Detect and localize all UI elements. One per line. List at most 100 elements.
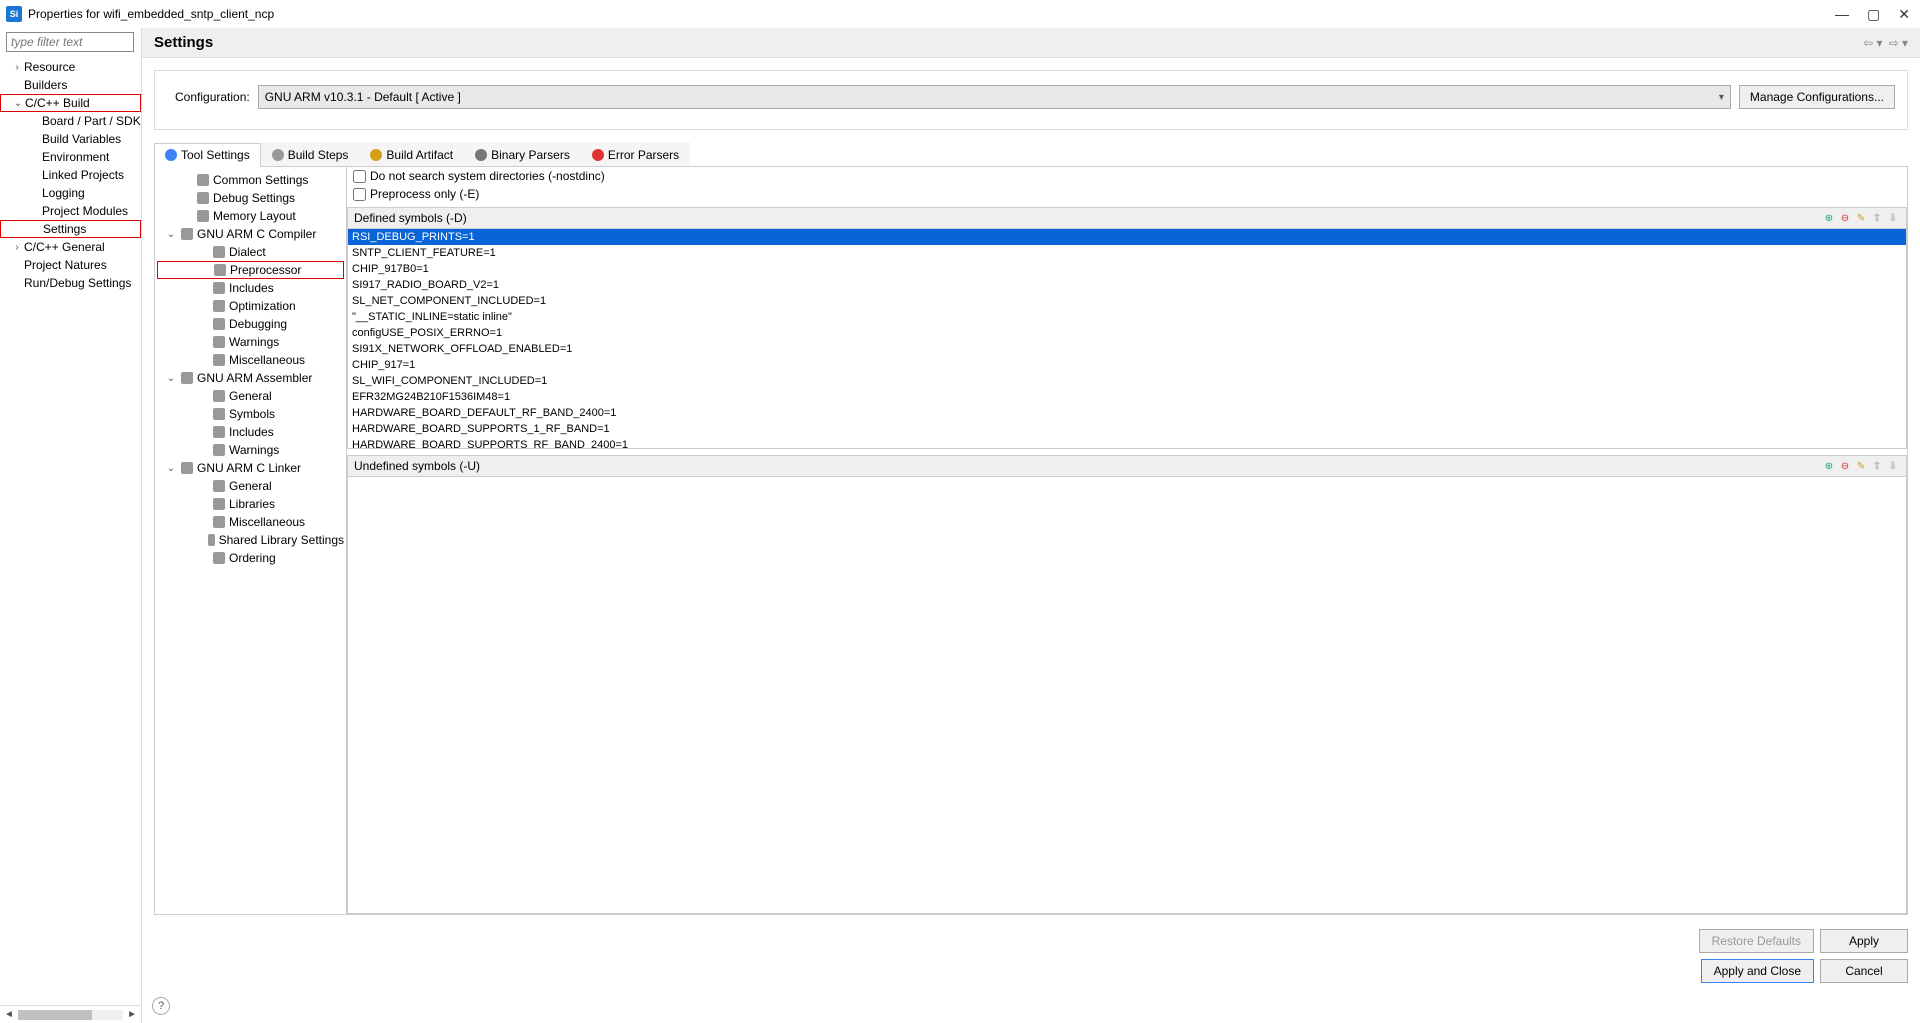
tool-tree-item-gnu-arm-assembler[interactable]: ⌄GNU ARM Assembler — [157, 369, 344, 387]
close-icon[interactable]: ✕ — [1898, 6, 1910, 23]
preprocess-label: Preprocess only (-E) — [370, 187, 479, 201]
tool-tree-item-memory-layout[interactable]: Memory Layout — [157, 207, 344, 225]
nav-back-icon[interactable]: ⇦ ▾ — [1863, 36, 1882, 50]
tool-tree-item-general[interactable]: General — [157, 477, 344, 495]
tool-tree-item-dialect[interactable]: Dialect — [157, 243, 344, 261]
tool-tree-label: Common Settings — [213, 173, 308, 187]
sidebar-item-label: Build Variables — [42, 132, 121, 146]
list-item[interactable]: SI91X_NETWORK_OFFLOAD_ENABLED=1 — [348, 341, 1906, 357]
tool-tree-item-miscellaneous[interactable]: Miscellaneous — [157, 351, 344, 369]
tool-tree-label: Includes — [229, 281, 274, 295]
list-item[interactable]: "__STATIC_INLINE=static inline" — [348, 309, 1906, 325]
sidebar-item-resource[interactable]: ›Resource — [0, 58, 141, 76]
cancel-button[interactable]: Cancel — [1820, 959, 1908, 983]
tab-binary-parsers[interactable]: Binary Parsers — [464, 142, 581, 166]
nostdinc-label: Do not search system directories (-nostd… — [370, 169, 605, 183]
edit-icon[interactable]: ✎ — [1854, 211, 1868, 225]
maximize-icon[interactable]: ▢ — [1867, 6, 1880, 23]
undefined-list[interactable] — [347, 477, 1907, 914]
manage-config-button[interactable]: Manage Configurations... — [1739, 85, 1895, 109]
tool-tree-item-general[interactable]: General — [157, 387, 344, 405]
sidebar-hscroll[interactable]: ◄ ► — [0, 1005, 141, 1023]
tool-tree-item-includes[interactable]: Includes — [157, 279, 344, 297]
sidebar-item-project-natures[interactable]: Project Natures — [0, 256, 141, 274]
gear-icon — [197, 174, 209, 186]
tool-tree-item-shared-library-settings[interactable]: Shared Library Settings — [157, 531, 344, 549]
tool-tree-item-miscellaneous[interactable]: Miscellaneous — [157, 513, 344, 531]
delete-icon[interactable]: ⊖ — [1838, 459, 1852, 473]
sidebar-item-linked-projects[interactable]: Linked Projects — [0, 166, 141, 184]
tab-build-artifact[interactable]: Build Artifact — [359, 142, 464, 166]
tool-tree-item-warnings[interactable]: Warnings — [157, 441, 344, 459]
list-item[interactable]: SI917_RADIO_BOARD_V2=1 — [348, 277, 1906, 293]
sidebar-item-board-part-sdk[interactable]: Board / Part / SDK — [0, 112, 141, 130]
move-down-icon[interactable]: ⇩ — [1886, 211, 1900, 225]
tool-tree-item-includes[interactable]: Includes — [157, 423, 344, 441]
list-item[interactable]: HARDWARE_BOARD_DEFAULT_RF_BAND_2400=1 — [348, 405, 1906, 421]
tool-tree-item-gnu-arm-c-compiler[interactable]: ⌄GNU ARM C Compiler — [157, 225, 344, 243]
tool-tree-label: Libraries — [229, 497, 275, 511]
undefined-header: Undefined symbols (-U) ⊕ ⊖ ✎ ⇧ ⇩ — [347, 455, 1907, 477]
add-icon[interactable]: ⊕ — [1822, 459, 1836, 473]
tool-tree-item-warnings[interactable]: Warnings — [157, 333, 344, 351]
sidebar-item-environment[interactable]: Environment — [0, 148, 141, 166]
list-item[interactable]: HARDWARE_BOARD_SUPPORTS_RF_BAND_2400=1 — [348, 437, 1906, 449]
window-title: Properties for wifi_embedded_sntp_client… — [28, 7, 1835, 21]
apply-close-button[interactable]: Apply and Close — [1701, 959, 1814, 983]
nostdinc-checkbox[interactable] — [353, 170, 366, 183]
sidebar-item-run-debug-settings[interactable]: Run/Debug Settings — [0, 274, 141, 292]
tab-build-steps[interactable]: Build Steps — [261, 142, 360, 166]
tool-tree-item-preprocessor[interactable]: Preprocessor — [157, 261, 344, 279]
sidebar-item-c-c-general[interactable]: ›C/C++ General — [0, 238, 141, 256]
tool-tree-item-debugging[interactable]: Debugging — [157, 315, 344, 333]
filter-input[interactable] — [6, 32, 134, 52]
gear-icon — [213, 480, 225, 492]
list-item[interactable]: SL_NET_COMPONENT_INCLUDED=1 — [348, 293, 1906, 309]
move-up-icon[interactable]: ⇧ — [1870, 459, 1884, 473]
sidebar-item-settings[interactable]: Settings — [0, 220, 141, 238]
list-item[interactable]: EFR32MG24B210F1536IM48=1 — [348, 389, 1906, 405]
scroll-right-icon[interactable]: ► — [127, 1009, 137, 1020]
list-item[interactable]: SNTP_CLIENT_FEATURE=1 — [348, 245, 1906, 261]
tool-tree-item-symbols[interactable]: Symbols — [157, 405, 344, 423]
tab-error-parsers[interactable]: Error Parsers — [581, 142, 690, 166]
nav-forward-icon[interactable]: ⇨ ▾ — [1889, 36, 1908, 50]
delete-icon[interactable]: ⊖ — [1838, 211, 1852, 225]
edit-icon[interactable]: ✎ — [1854, 459, 1868, 473]
sidebar-item-builders[interactable]: Builders — [0, 76, 141, 94]
tool-tree-label: General — [229, 389, 272, 403]
tool-tree-item-gnu-arm-c-linker[interactable]: ⌄GNU ARM C Linker — [157, 459, 344, 477]
add-icon[interactable]: ⊕ — [1822, 211, 1836, 225]
tab-tool-settings[interactable]: Tool Settings — [154, 143, 261, 167]
tool-tree-label: Miscellaneous — [229, 353, 305, 367]
help-icon[interactable]: ? — [152, 997, 170, 1015]
minimize-icon[interactable]: ― — [1835, 6, 1849, 22]
list-item[interactable]: configUSE_POSIX_ERRNO=1 — [348, 325, 1906, 341]
list-item[interactable]: SL_WIFI_COMPONENT_INCLUDED=1 — [348, 373, 1906, 389]
tool-tree-item-debug-settings[interactable]: Debug Settings — [157, 189, 344, 207]
tool-tree-item-ordering[interactable]: Ordering — [157, 549, 344, 567]
preprocess-checkbox[interactable] — [353, 188, 366, 201]
tab-icon — [475, 149, 487, 161]
sidebar-item-project-modules[interactable]: Project Modules — [0, 202, 141, 220]
list-item[interactable]: CHIP_917B0=1 — [348, 261, 1906, 277]
move-down-icon[interactable]: ⇩ — [1886, 459, 1900, 473]
move-up-icon[interactable]: ⇧ — [1870, 211, 1884, 225]
apply-button[interactable]: Apply — [1820, 929, 1908, 953]
sidebar-item-logging[interactable]: Logging — [0, 184, 141, 202]
restore-defaults-button[interactable]: Restore Defaults — [1699, 929, 1814, 953]
sidebar-item-c-c-build[interactable]: ⌄C/C++ Build — [0, 94, 141, 112]
gear-icon — [213, 300, 225, 312]
list-item[interactable]: RSI_DEBUG_PRINTS=1 — [348, 229, 1906, 245]
config-select[interactable]: GNU ARM v10.3.1 - Default [ Active ] ▾ — [258, 85, 1731, 109]
scroll-left-icon[interactable]: ◄ — [4, 1009, 14, 1020]
defined-list[interactable]: RSI_DEBUG_PRINTS=1SNTP_CLIENT_FEATURE=1C… — [347, 229, 1907, 449]
tool-tree-item-libraries[interactable]: Libraries — [157, 495, 344, 513]
tool-tree-item-optimization[interactable]: Optimization — [157, 297, 344, 315]
list-item[interactable]: CHIP_917=1 — [348, 357, 1906, 373]
tool-tree-item-common-settings[interactable]: Common Settings — [157, 171, 344, 189]
list-item[interactable]: HARDWARE_BOARD_SUPPORTS_1_RF_BAND=1 — [348, 421, 1906, 437]
sidebar-item-build-variables[interactable]: Build Variables — [0, 130, 141, 148]
sidebar-item-label: Builders — [24, 78, 67, 92]
gear-icon — [213, 444, 225, 456]
